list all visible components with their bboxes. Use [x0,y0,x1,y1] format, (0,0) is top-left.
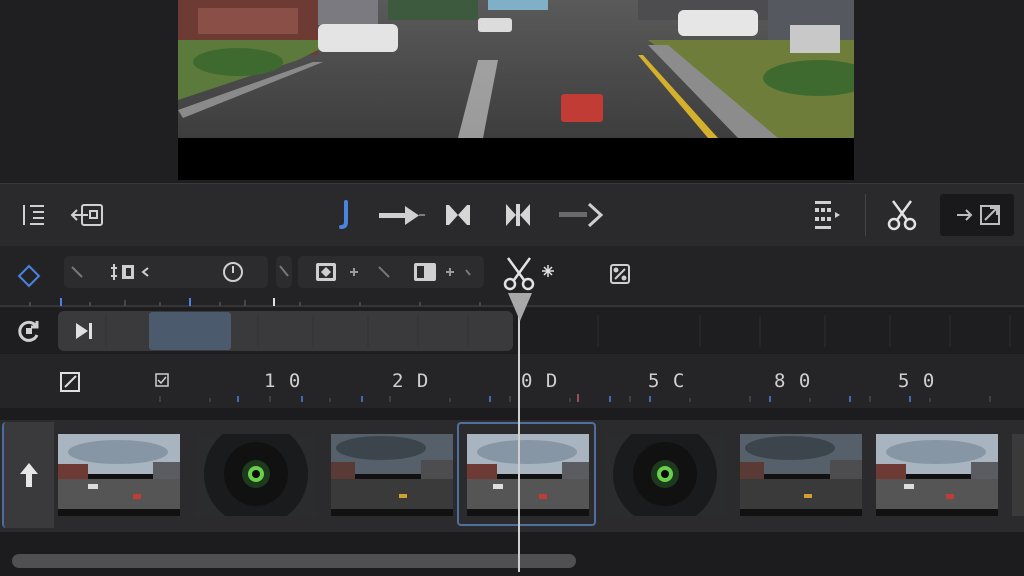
diagonal-icon[interactable] [68,262,86,282]
track-bar[interactable] [58,311,513,351]
list-indent-icon[interactable] [14,196,54,234]
separator-group [276,256,292,288]
playhead-handle[interactable] [508,293,532,321]
ruler-tick-label: 5 C [648,370,686,392]
playhead-line[interactable] [518,300,520,572]
up-arrow-icon[interactable] [2,422,54,528]
ruler-tick-label: 1 0 [264,370,302,392]
mask-icon[interactable] [312,260,366,284]
video-preview[interactable] [178,0,854,180]
play-forward-icon[interactable] [556,196,608,234]
toolbar [0,183,1024,247]
ruler-tick-label: 2 D [392,370,430,392]
ruler-tick-label: 8 0 [774,370,812,392]
crop-speed-group [64,256,268,288]
sync-icon[interactable] [14,317,44,345]
clip-thumbnail[interactable] [740,434,862,516]
toolbar-divider [865,194,866,236]
ruler-tick-label: 0 D [521,370,559,392]
time-ticks [159,394,991,402]
checkbox-icon[interactable] [150,368,174,392]
fit-icon[interactable] [806,196,846,234]
clip-thumbnail[interactable] [195,434,317,516]
clip-thumbnail[interactable] [876,434,998,516]
ruler-tick-label: 5 0 [898,370,936,392]
transform-icon[interactable] [606,260,634,288]
keyframe-diamond-icon[interactable] [12,260,46,292]
diagonal-icon-2[interactable] [374,262,394,282]
clip-thumbnail[interactable] [604,434,726,516]
import-icon[interactable] [68,196,108,234]
track-block[interactable] [149,312,231,350]
forward-arrow-icon[interactable] [376,196,428,234]
play-end-icon[interactable] [72,319,96,343]
scissors-icon[interactable] [882,196,922,234]
blade-marker-icon[interactable] [326,196,366,234]
mask-overlay-group [298,256,484,288]
clip-thumbnail[interactable] [331,434,453,516]
export-button[interactable] [940,194,1014,236]
split-scissors-icon[interactable] [500,254,560,294]
overlay-icon[interactable] [410,260,480,284]
track-grid [597,315,1011,347]
speed-icon[interactable] [220,260,246,284]
trim-start-icon[interactable] [438,196,478,234]
selected-clip-border[interactable] [457,422,596,526]
clip-thumbnail[interactable] [58,434,180,516]
crop-icon[interactable] [106,260,160,284]
scrollbar-thumb[interactable] [12,554,576,568]
clip-thumbnail[interactable] [1012,434,1024,516]
trim-end-icon[interactable] [498,196,538,234]
edit-icon[interactable] [56,368,84,396]
